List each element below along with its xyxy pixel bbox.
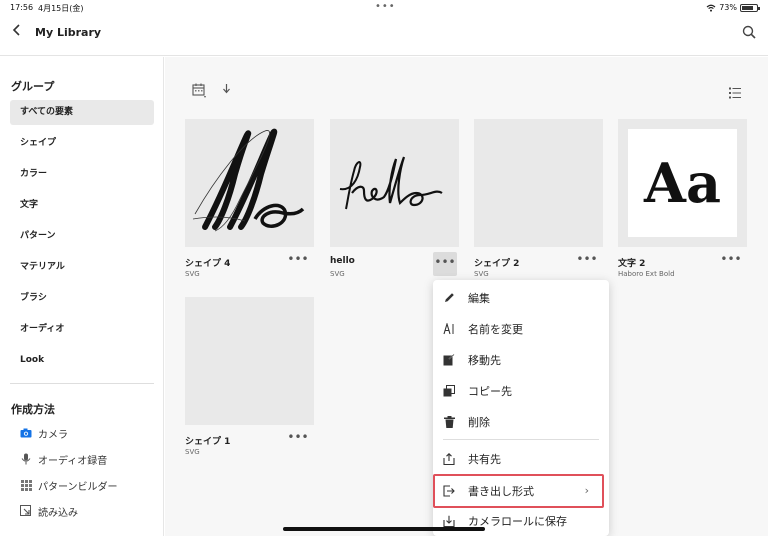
sort-direction-icon[interactable] xyxy=(222,83,231,97)
save-icon xyxy=(443,515,455,527)
hello-calligraphy-thumbnail xyxy=(339,156,443,210)
asset-thumbnail[interactable] xyxy=(185,297,314,425)
menu-item-label: 名前を変更 xyxy=(468,322,523,336)
asset-thumbnail[interactable]: Aa xyxy=(618,119,747,247)
sidebar-item-patterns[interactable]: パターン xyxy=(10,224,154,249)
sidebar: グループ すべての要素 シェイプ カラー 文字 パターン マテリアル ブラシ オ… xyxy=(0,57,164,536)
asset-card: Aa 文字 2 Haboro Ext Bold ••• xyxy=(618,119,747,278)
share-icon xyxy=(443,452,455,465)
asset-name: 文字 2 xyxy=(618,259,646,269)
context-menu: 編集 名前を変更 移動先 コピー先 削除 共有先 書き出し形式 › カメラロール… xyxy=(433,280,609,536)
calligraphy-shape-thumbnail xyxy=(192,128,305,232)
font-preview: Aa xyxy=(628,129,737,237)
asset-thumbnail[interactable] xyxy=(474,119,603,247)
grid-icon xyxy=(20,479,32,491)
calendar-sort-icon[interactable] xyxy=(192,83,206,98)
menu-item-label: 編集 xyxy=(468,291,490,305)
home-indicator[interactable] xyxy=(283,527,485,531)
status-bar: 17:56 4月15日(金) ••• 73% xyxy=(0,0,768,16)
create-camera-label: カメラ xyxy=(38,429,68,441)
menu-item-delete[interactable]: 削除 xyxy=(433,406,609,437)
sidebar-item-materials[interactable]: マテリアル xyxy=(10,255,154,280)
menu-item-save-camera-roll[interactable]: カメラロールに保存 xyxy=(433,505,609,536)
sidebar-item-look[interactable]: Look xyxy=(10,348,154,373)
sidebar-divider xyxy=(10,383,154,384)
menu-item-label: 共有先 xyxy=(468,452,501,466)
microphone-icon xyxy=(20,453,32,465)
asset-type: SVG xyxy=(185,448,200,456)
create-pattern-label: パターンビルダー xyxy=(38,481,118,493)
menu-item-edit[interactable]: 編集 xyxy=(433,282,609,313)
import-icon xyxy=(20,505,32,517)
multitasking-dots[interactable]: ••• xyxy=(375,1,396,12)
sidebar-item-colors[interactable]: カラー xyxy=(10,162,154,187)
status-right: 73% xyxy=(706,3,760,12)
more-options-button[interactable]: ••• xyxy=(575,253,599,269)
menu-item-rename[interactable]: 名前を変更 xyxy=(433,313,609,344)
battery-icon xyxy=(740,3,760,12)
groups-title: グループ xyxy=(11,80,55,93)
menu-item-label: 削除 xyxy=(468,415,490,429)
status-date: 4月15日(金) xyxy=(38,4,84,13)
asset-name: シェイプ 2 xyxy=(474,259,520,269)
more-options-button[interactable]: ••• xyxy=(286,253,310,269)
wifi-icon xyxy=(706,4,716,12)
sidebar-item-brushes[interactable]: ブラシ xyxy=(10,286,154,311)
create-audio-label: オーディオ録音 xyxy=(38,455,108,467)
asset-card: シェイプ 2 SVG ••• xyxy=(474,119,603,278)
asset-name: hello xyxy=(330,256,355,266)
move-icon xyxy=(443,353,455,366)
menu-item-label: コピー先 xyxy=(468,384,512,398)
create-audio[interactable]: オーディオ録音 xyxy=(20,450,107,468)
page-title: My Library xyxy=(35,26,102,39)
create-camera[interactable]: カメラ xyxy=(20,424,68,442)
asset-thumbnail[interactable] xyxy=(330,119,459,247)
asset-thumbnail[interactable] xyxy=(185,119,314,247)
asset-type: SVG xyxy=(474,270,489,278)
create-title: 作成方法 xyxy=(11,403,55,416)
asset-card: hello SVG ••• xyxy=(330,119,459,278)
rename-icon xyxy=(443,322,455,335)
export-highlight-box xyxy=(433,474,604,508)
more-options-button[interactable]: ••• xyxy=(433,252,457,276)
menu-item-move[interactable]: 移動先 xyxy=(433,344,609,375)
asset-name: シェイプ 4 xyxy=(185,259,231,269)
asset-type: SVG xyxy=(330,270,345,278)
pencil-icon xyxy=(443,292,455,304)
asset-name: シェイプ 1 xyxy=(185,437,231,447)
asset-type: SVG xyxy=(185,270,200,278)
sidebar-item-audio[interactable]: オーディオ xyxy=(10,317,154,342)
menu-item-label: 移動先 xyxy=(468,353,501,367)
menu-item-share[interactable]: 共有先 xyxy=(433,443,609,474)
sidebar-item-shapes[interactable]: シェイプ xyxy=(10,131,154,156)
more-options-button[interactable]: ••• xyxy=(719,253,743,269)
header: My Library xyxy=(0,16,768,56)
camera-icon xyxy=(20,427,32,439)
create-import-label: 読み込み xyxy=(38,507,78,519)
asset-card: シェイプ 4 SVG ••• xyxy=(185,119,314,278)
create-pattern[interactable]: パターンビルダー xyxy=(20,476,118,494)
asset-type: Haboro Ext Bold xyxy=(618,270,675,278)
copy-icon xyxy=(443,384,455,397)
more-options-button[interactable]: ••• xyxy=(286,431,310,447)
menu-divider xyxy=(443,439,599,440)
search-icon[interactable] xyxy=(742,24,758,40)
sidebar-item-text[interactable]: 文字 xyxy=(10,193,154,218)
status-time: 17:56 xyxy=(10,3,34,12)
trash-icon xyxy=(443,415,455,428)
menu-item-copy[interactable]: コピー先 xyxy=(433,375,609,406)
back-chevron-icon[interactable] xyxy=(12,24,21,40)
create-import[interactable]: 読み込み xyxy=(20,502,78,520)
asset-card: シェイプ 1 SVG ••• xyxy=(185,297,314,456)
sidebar-item-all[interactable]: すべての要素 xyxy=(10,100,154,125)
battery-percent: 73% xyxy=(719,3,737,12)
list-view-icon[interactable] xyxy=(729,84,741,99)
